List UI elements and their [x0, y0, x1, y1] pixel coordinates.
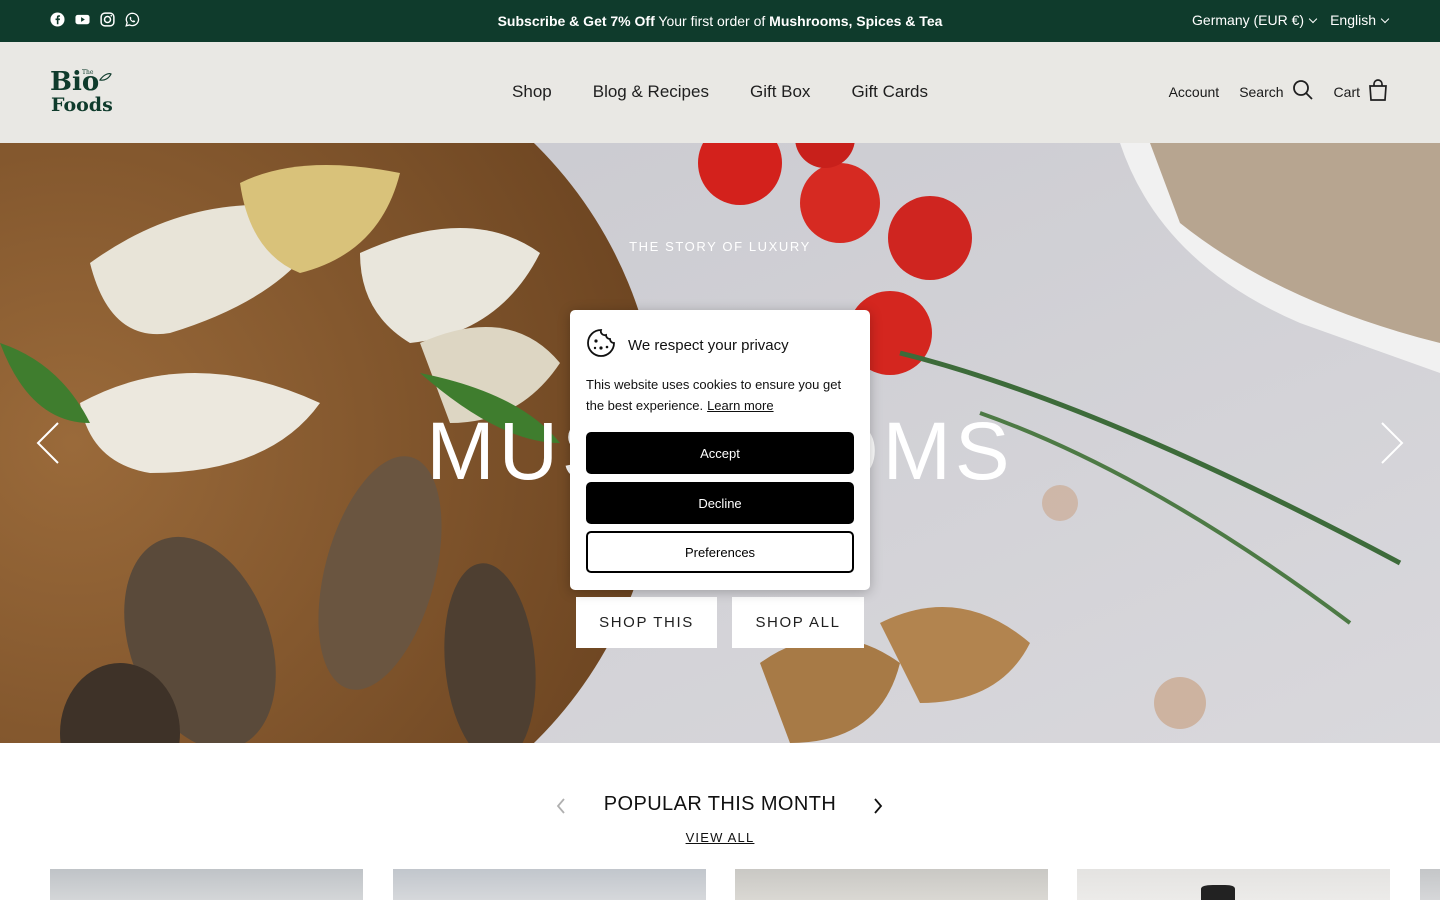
shopping-bag-icon — [1368, 79, 1388, 104]
product-card[interactable] — [50, 869, 363, 900]
cookie-consent-dialog: We respect your privacy This website use… — [570, 310, 870, 590]
search-icon — [1292, 79, 1314, 104]
slide-next-button[interactable] — [1378, 421, 1406, 465]
product-card[interactable] — [1420, 869, 1440, 900]
learn-more-link[interactable]: Learn more — [707, 398, 773, 413]
promo-bold-products: Mushrooms, Spices & Tea — [769, 13, 943, 29]
cookie-message: This website uses cookies to ensure you … — [586, 374, 856, 416]
shop-this-button[interactable]: SHOP THIS — [576, 597, 717, 648]
product-card[interactable] — [1077, 869, 1390, 900]
popular-title: POPULAR THIS MONTH — [603, 793, 837, 815]
popular-next-button[interactable] — [872, 798, 884, 814]
nav-gift-box[interactable]: Gift Box — [750, 82, 810, 102]
chevron-right-icon — [874, 798, 883, 814]
country-label: Germany (EUR €) — [1192, 12, 1305, 28]
header-actions: Account Search Cart — [1169, 79, 1388, 104]
chevron-down-icon — [1380, 14, 1390, 23]
shop-all-button[interactable]: SHOP ALL — [732, 597, 864, 648]
accept-cookies-button[interactable]: Accept — [586, 432, 854, 474]
product-card[interactable] — [735, 869, 1048, 900]
promo-bold-offer: Subscribe & Get 7% Off — [497, 13, 655, 29]
promo-text: Your first order of — [654, 13, 770, 29]
language-selector[interactable]: English — [1330, 12, 1390, 28]
locale-selectors: Germany (EUR €) English — [1192, 12, 1390, 28]
cart-button[interactable]: Cart — [1334, 79, 1388, 104]
chevron-down-icon — [1308, 14, 1318, 23]
announcement-bar: Subscribe & Get 7% Off Your first order … — [0, 0, 1440, 42]
nav-gift-cards[interactable]: Gift Cards — [851, 82, 928, 102]
product-image — [1201, 885, 1235, 900]
cookie-header: We respect your privacy — [586, 328, 789, 362]
account-link[interactable]: Account — [1169, 84, 1220, 100]
chevron-right-icon — [1381, 422, 1404, 464]
popular-section: POPULAR THIS MONTH VIEW ALL — [0, 743, 1440, 900]
hero-subtitle: THE STORY OF LUXURY — [629, 239, 811, 254]
country-selector[interactable]: Germany (EUR €) — [1192, 12, 1318, 28]
cookie-preferences-button[interactable]: Preferences — [586, 531, 854, 573]
language-label: English — [1330, 12, 1376, 28]
nav-blog-recipes[interactable]: Blog & Recipes — [593, 82, 709, 102]
view-all-link[interactable]: VIEW ALL — [686, 830, 755, 845]
nav-shop[interactable]: Shop — [512, 82, 552, 102]
decline-cookies-button[interactable]: Decline — [586, 482, 854, 524]
search-button[interactable]: Search — [1239, 79, 1313, 104]
cookie-icon — [586, 328, 616, 362]
account-label: Account — [1168, 83, 1220, 100]
view-all-wrap: VIEW ALL — [0, 830, 1440, 845]
svg-text:The: The — [82, 69, 94, 76]
site-header: Bio The Foods Shop Blog & Recipes Gift B… — [0, 42, 1440, 143]
slide-prev-button[interactable] — [34, 421, 62, 465]
cart-label: Cart — [1333, 83, 1360, 100]
cookie-title: We respect your privacy — [628, 336, 789, 354]
chevron-left-icon — [36, 422, 59, 464]
product-card[interactable] — [393, 869, 706, 900]
search-label: Search — [1239, 83, 1284, 100]
